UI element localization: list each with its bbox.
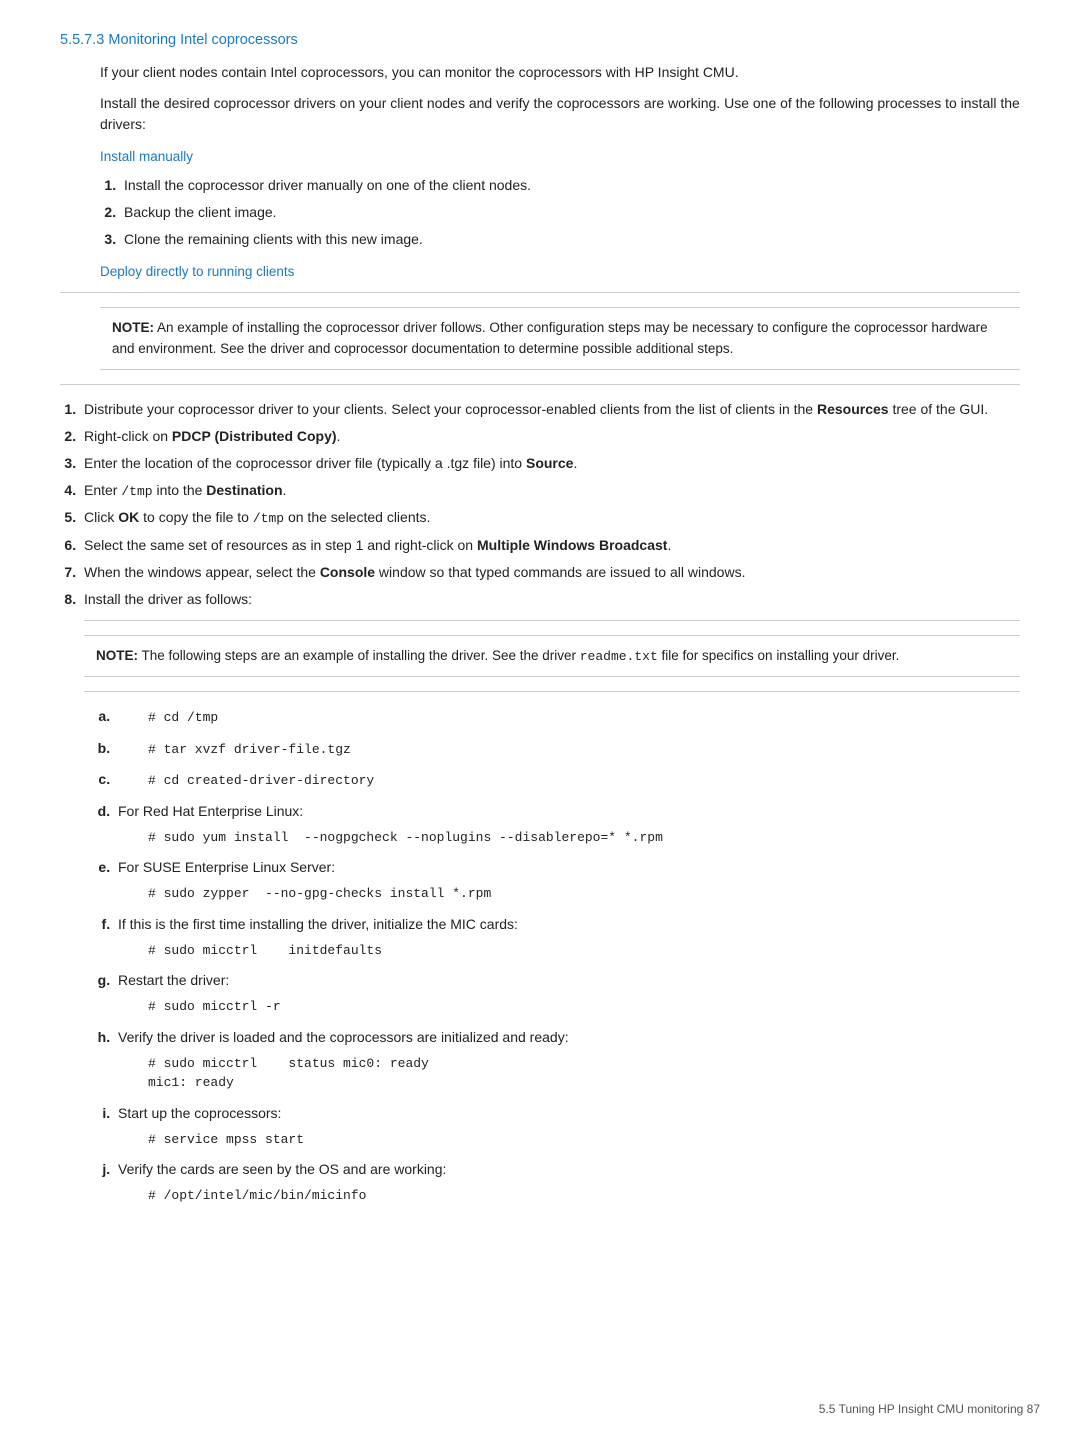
step7-text-before: When the windows appear, select the (84, 564, 320, 580)
step1-text-before: Distribute your coprocessor driver to yo… (84, 401, 817, 417)
alpha-i-code: # service mpss start (148, 1130, 1020, 1150)
alpha-g-code: # sudo micctrl -r (148, 997, 1020, 1017)
install-manually-heading: Install manually (100, 147, 1020, 167)
divider4 (84, 691, 1020, 692)
note-box-2: NOTE: The following steps are an example… (84, 635, 1020, 678)
step4-bold: Destination (206, 482, 282, 498)
alpha-j-text: Verify the cards are seen by the OS and … (118, 1161, 446, 1177)
step1-text-after: tree of the GUI. (889, 401, 989, 417)
note1-text: An example of installing the coprocessor… (112, 320, 988, 355)
step5-code: /tmp (253, 511, 284, 526)
step6-text-after: . (667, 537, 671, 553)
alpha-step-g: Restart the driver: # sudo micctrl -r (114, 970, 1020, 1017)
note2-label: NOTE: (96, 648, 138, 663)
step4-text-mid: into the (153, 482, 207, 498)
step3-text-before: Enter the location of the coprocessor dr… (84, 455, 526, 471)
deploy-step-4: Enter /tmp into the Destination. (80, 480, 1020, 502)
section-title: 5.5.7.3 Monitoring Intel coprocessors (60, 30, 1020, 52)
alpha-d-code: # sudo yum install --nogpgcheck --noplug… (148, 828, 1020, 848)
deploy-step-3: Enter the location of the coprocessor dr… (80, 453, 1020, 474)
alpha-c-code: # cd created-driver-directory (148, 771, 1020, 791)
deploy-step-8: Install the driver as follows: NOTE: The… (80, 589, 1020, 1206)
note1-label: NOTE: (112, 320, 154, 335)
alpha-step-c: # cd created-driver-directory (114, 769, 1020, 791)
alpha-i-text: Start up the coprocessors: (118, 1105, 281, 1121)
step3-text-after: . (573, 455, 577, 471)
list-item: Clone the remaining clients with this ne… (120, 229, 1020, 250)
step2-text-after: . (337, 428, 341, 444)
deploy-steps-list: Distribute your coprocessor driver to yo… (80, 399, 1020, 1206)
intro-p1: If your client nodes contain Intel copro… (100, 62, 1020, 83)
alpha-g-text: Restart the driver: (118, 972, 229, 988)
note2-code: readme.txt (580, 649, 658, 664)
note2-text2: file for specifics on installing your dr… (658, 648, 900, 663)
deploy-step-5: Click OK to copy the file to /tmp on the… (80, 507, 1020, 529)
footer: 5.5 Tuning HP Insight CMU monitoring 87 (819, 1400, 1040, 1418)
alpha-j-code: # /opt/intel/mic/bin/micinfo (148, 1186, 1020, 1206)
alpha-h-text: Verify the driver is loaded and the copr… (118, 1029, 569, 1045)
alpha-step-e: For SUSE Enterprise Linux Server: # sudo… (114, 857, 1020, 904)
deploy-step-7: When the windows appear, select the Cons… (80, 562, 1020, 583)
alpha-steps-list: # cd /tmp # tar xvzf driver-file.tgz # c… (114, 706, 1020, 1206)
deploy-step-1: Distribute your coprocessor driver to yo… (80, 399, 1020, 420)
alpha-e-code: # sudo zypper --no-gpg-checks install *.… (148, 884, 1020, 904)
step5-text-after: on the selected clients. (284, 509, 430, 525)
alpha-step-b: # tar xvzf driver-file.tgz (114, 738, 1020, 760)
alpha-step-d: For Red Hat Enterprise Linux: # sudo yum… (114, 801, 1020, 848)
alpha-b-code: # tar xvzf driver-file.tgz (148, 740, 1020, 760)
alpha-d-text: For Red Hat Enterprise Linux: (118, 803, 303, 819)
step5-bold: OK (118, 509, 139, 525)
step7-text-after: window so that typed commands are issued… (375, 564, 745, 580)
alpha-a-code: # cd /tmp (148, 708, 1020, 728)
deploy-directly-heading: Deploy directly to running clients (100, 262, 1020, 282)
alpha-step-i: Start up the coprocessors: # service mps… (114, 1103, 1020, 1150)
intro-p2: Install the desired coprocessor drivers … (100, 93, 1020, 135)
alpha-step-h: Verify the driver is loaded and the copr… (114, 1027, 1020, 1093)
alpha-h-code: # sudo micctrl status mic0: ready mic1: … (148, 1054, 1020, 1093)
alpha-step-j: Verify the cards are seen by the OS and … (114, 1159, 1020, 1206)
step1-bold: Resources (817, 401, 889, 417)
step4-text-after: . (283, 482, 287, 498)
step7-bold: Console (320, 564, 375, 580)
deploy-step-2: Right-click on PDCP (Distributed Copy). (80, 426, 1020, 447)
alpha-step-a: # cd /tmp (114, 706, 1020, 728)
step6-bold: Multiple Windows Broadcast (477, 537, 667, 553)
list-item: Install the coprocessor driver manually … (120, 175, 1020, 196)
step2-text-before: Right-click on (84, 428, 172, 444)
deploy-step-6: Select the same set of resources as in s… (80, 535, 1020, 556)
step3-bold: Source (526, 455, 573, 471)
alpha-f-code: # sudo micctrl initdefaults (148, 941, 1020, 961)
step5-text-before: Click (84, 509, 118, 525)
step4-code: /tmp (121, 484, 152, 499)
alpha-step-f: If this is the first time installing the… (114, 914, 1020, 961)
note2-text: The following steps are an example of in… (138, 648, 580, 663)
divider2 (60, 384, 1020, 385)
step2-bold: PDCP (Distributed Copy) (172, 428, 337, 444)
note-box-1: NOTE: An example of installing the copro… (100, 307, 1020, 370)
divider (60, 292, 1020, 293)
alpha-e-text: For SUSE Enterprise Linux Server: (118, 859, 335, 875)
step4-text-before: Enter (84, 482, 121, 498)
step6-text-before: Select the same set of resources as in s… (84, 537, 477, 553)
install-manually-list: Install the coprocessor driver manually … (120, 175, 1020, 250)
step8-text-before: Install the driver as follows: (84, 591, 252, 607)
step5-text-mid: to copy the file to (139, 509, 253, 525)
list-item: Backup the client image. (120, 202, 1020, 223)
alpha-f-text: If this is the first time installing the… (118, 916, 518, 932)
divider3 (84, 620, 1020, 621)
